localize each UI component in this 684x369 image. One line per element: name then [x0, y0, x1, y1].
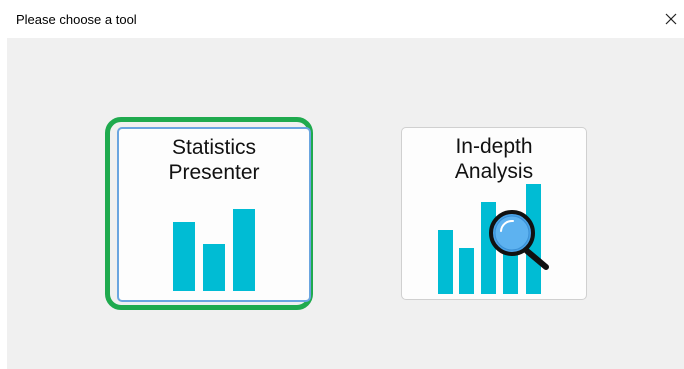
bar-2 [459, 248, 474, 294]
bar-1 [438, 230, 453, 294]
label-line-1: Statistics [171, 136, 257, 159]
tool-panel: Statistics Presenter In-depth Analysis [7, 38, 684, 369]
statistics-presenter-label: Statistics Presenter [119, 135, 309, 185]
label-line-2: Analysis [454, 160, 534, 183]
dialog-title: Please choose a tool [16, 12, 137, 27]
tool-chooser-dialog: Please choose a tool Statistics Presente… [0, 0, 684, 369]
close-button[interactable] [658, 6, 684, 32]
in-depth-analysis-button[interactable]: In-depth Analysis [401, 127, 587, 300]
bar-chart-icon [173, 207, 263, 297]
bar-1 [173, 222, 195, 291]
in-depth-analysis-label: In-depth Analysis [402, 134, 586, 184]
bar-chart-magnifier-icon [438, 184, 558, 300]
statistics-presenter-button[interactable]: Statistics Presenter [117, 127, 311, 302]
bar-2 [203, 244, 225, 291]
bar-3 [481, 202, 496, 294]
label-line-1: In-depth [455, 135, 533, 158]
close-icon [665, 13, 677, 25]
bar-3 [233, 209, 255, 291]
title-bar: Please choose a tool [0, 0, 684, 38]
label-line-2: Presenter [168, 161, 260, 184]
